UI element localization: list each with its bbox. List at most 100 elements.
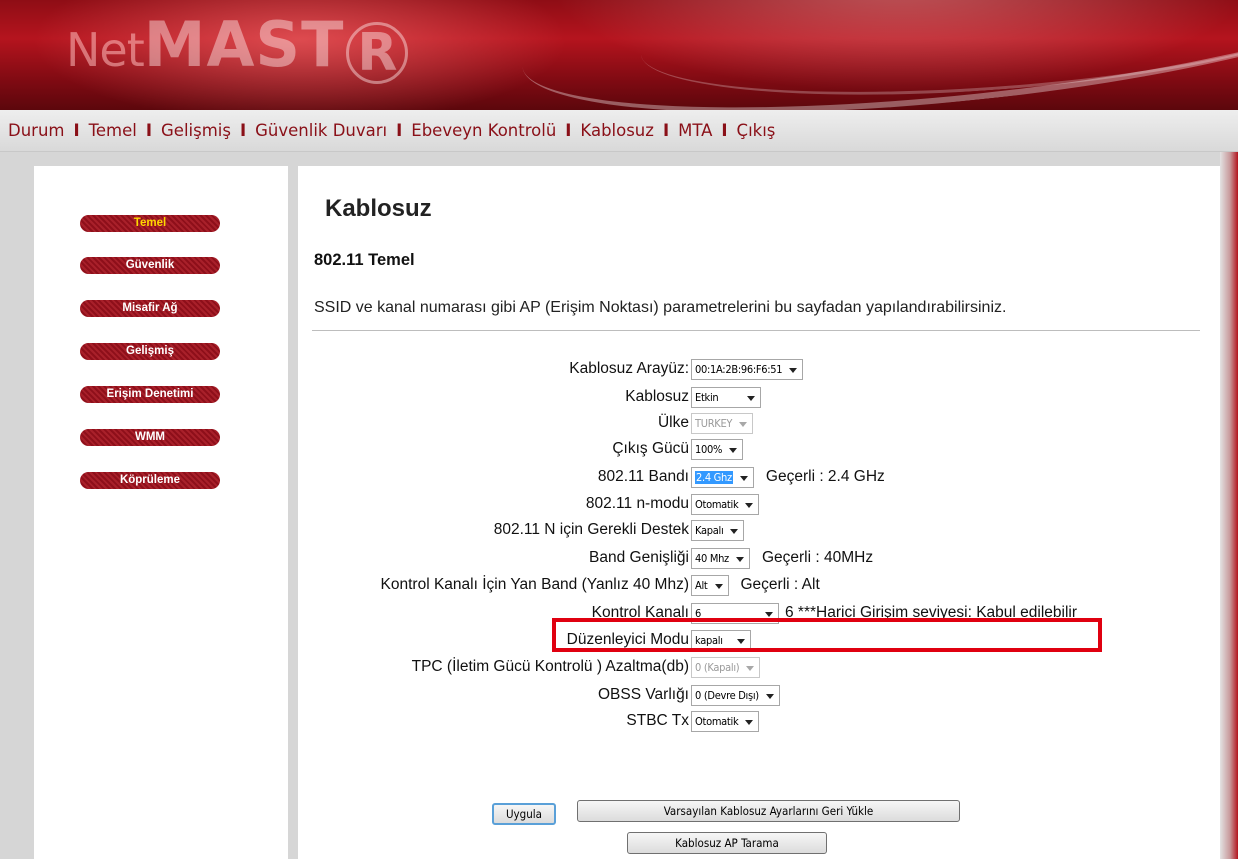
- field-n-gerekli-destek: Kapalı: [691, 518, 745, 542]
- nav-gelismis[interactable]: Gelişmiş: [161, 121, 231, 140]
- nav-guvenlik-duvari[interactable]: Güvenlik Duvarı: [255, 121, 387, 140]
- select-802-11-bandi[interactable]: 2.4 Ghz: [691, 466, 754, 488]
- scan-ap-button[interactable]: Kablosuz AP Tarama: [627, 832, 827, 854]
- nav-durum[interactable]: Durum: [8, 121, 64, 140]
- field-obss-varligi: 0 (Devre Dışı): [691, 683, 780, 707]
- nav-separator: I: [145, 121, 153, 140]
- dropdown-arrow-icon: [735, 556, 744, 562]
- sidebar-item-gelismis[interactable]: Gelişmiş: [80, 343, 220, 360]
- dropdown-arrow-icon: [739, 475, 748, 481]
- content-panel: Kablosuz 802.11 Temel SSID ve kanal numa…: [298, 166, 1220, 859]
- nav-separator: I: [239, 121, 247, 140]
- field-stbc-tx: Otomatik: [691, 709, 760, 733]
- highlight-annotation-box: [552, 618, 1102, 652]
- dropdown-arrow-icon: [747, 395, 755, 401]
- dropdown-arrow-icon: [765, 611, 773, 617]
- dropdown-arrow-icon: [739, 421, 748, 427]
- logo-registered-r: R: [346, 22, 409, 84]
- sidebar-item-misafir-ag[interactable]: Misafir Ağ: [80, 300, 220, 317]
- nav-separator: I: [396, 121, 403, 140]
- top-nav: Durum I Temel I Gelişmiş I Güvenlik Duva…: [0, 110, 1238, 152]
- select-obss-varligi[interactable]: 0 (Devre Dışı): [691, 684, 780, 706]
- select-value: Etkin: [695, 390, 719, 404]
- select-kablosuz-arayuz[interactable]: 00:1A:2B:96:F6:51: [691, 358, 804, 380]
- select-cikis-gucu[interactable]: 100%: [691, 438, 744, 460]
- sidebar-item-wmm[interactable]: WMM: [80, 429, 220, 446]
- label-kablosuz-arayuz: Kablosuz Arayüz:: [569, 360, 689, 377]
- dropdown-arrow-icon: [730, 528, 739, 534]
- nav-kablosuz[interactable]: Kablosuz: [580, 121, 654, 140]
- header-banner: Net MAST R: [0, 0, 1238, 110]
- field-kablosuz: Etkin: [691, 385, 761, 409]
- select-kablosuz[interactable]: Etkin: [691, 386, 761, 408]
- row-kablosuz: Kablosuz: [298, 385, 689, 409]
- nav-separator: I: [565, 121, 572, 140]
- row-yan-band: Kontrol Kanalı İçin Yan Band (Yanlız 40 …: [298, 573, 689, 597]
- label-cikis-gucu: Çıkış Gücü: [612, 440, 689, 457]
- select-n-modu[interactable]: Otomatik: [691, 493, 760, 515]
- select-value: 0 (Devre Dışı): [695, 688, 759, 702]
- select-value: Kapalı: [695, 523, 724, 537]
- select-n-gerekli-destek[interactable]: Kapalı: [691, 519, 745, 541]
- brand-logo: Net MAST R: [66, 8, 409, 84]
- label-ulke: Ülke: [657, 414, 689, 431]
- row-kablosuz-arayuz: Kablosuz Arayüz:: [298, 357, 689, 381]
- select-value: 100%: [695, 442, 723, 456]
- sidebar-item-guvenlik[interactable]: Güvenlik: [80, 257, 220, 274]
- row-obss-varligi: OBSS Varlığı: [298, 683, 689, 707]
- dropdown-arrow-icon: [745, 502, 754, 508]
- label-obss-varligi: OBSS Varlığı: [597, 686, 689, 703]
- select-value: 40 Mhz: [695, 551, 729, 565]
- note-802-11-bandi: Geçerli : 2.4 GHz: [765, 468, 885, 485]
- restore-defaults-button[interactable]: Varsayılan Kablosuz Ayarlarını Geri Yükl…: [577, 800, 960, 822]
- label-802-11-bandi: 802.11 Bandı: [597, 468, 689, 485]
- field-ulke: TURKEY: [691, 411, 754, 435]
- label-kablosuz: Kablosuz: [625, 388, 689, 405]
- select-stbc-tx[interactable]: Otomatik: [691, 710, 760, 732]
- nav-ebeveyn-kontrolu[interactable]: Ebeveyn Kontrolü: [411, 121, 556, 140]
- dropdown-arrow-icon: [729, 447, 738, 453]
- nav-separator: I: [662, 121, 670, 140]
- field-802-11-bandi: 2.4 Ghz Geçerli : 2.4 GHz: [691, 465, 885, 489]
- select-yan-band[interactable]: Alt: [691, 574, 729, 596]
- label-stbc-tx: STBC Tx: [626, 712, 689, 729]
- dropdown-arrow-icon: [746, 665, 755, 671]
- row-cikis-gucu: Çıkış Gücü: [298, 437, 689, 461]
- field-kablosuz-arayuz: 00:1A:2B:96:F6:51: [691, 357, 804, 381]
- sidebar-item-kopruleme[interactable]: Köprüleme: [80, 472, 220, 489]
- nav-cikis[interactable]: Çıkış: [737, 121, 776, 140]
- divider: [312, 330, 1200, 331]
- page-title: Kablosuz: [325, 195, 432, 222]
- note-yan-band: Geçerli : Alt: [740, 576, 820, 593]
- nav-separator: I: [73, 121, 80, 140]
- select-tpc[interactable]: 0 (Kapalı): [691, 656, 761, 678]
- sidebar-item-erisim-denetimi[interactable]: Erişim Denetimi: [80, 386, 220, 403]
- nav-separator: I: [721, 121, 728, 140]
- select-ulke[interactable]: TURKEY: [691, 412, 754, 434]
- select-band-genisligi[interactable]: 40 Mhz: [691, 547, 750, 569]
- field-cikis-gucu: 100%: [691, 437, 744, 461]
- select-value: Otomatik: [695, 497, 739, 511]
- select-value: Alt: [695, 578, 708, 592]
- select-value: TURKEY: [695, 416, 733, 430]
- label-n-modu: 802.11 n-modu: [585, 495, 689, 512]
- select-value: Otomatik: [695, 714, 739, 728]
- field-tpc: 0 (Kapalı): [691, 655, 761, 679]
- sidebar-item-temel[interactable]: Temel: [80, 215, 220, 232]
- label-tpc: TPC (İletim Gücü Kontrolü ) Azaltma(db): [411, 658, 689, 675]
- dropdown-arrow-icon: [714, 583, 723, 589]
- row-band-genisligi: Band Genişliği: [298, 546, 689, 570]
- select-value: 2.4 Ghz: [695, 470, 733, 484]
- dropdown-arrow-icon: [789, 367, 798, 373]
- label-yan-band: Kontrol Kanalı İçin Yan Band (Yanlız 40 …: [380, 576, 689, 593]
- select-value: 00:1A:2B:96:F6:51: [695, 362, 783, 376]
- select-value: 0 (Kapalı): [695, 660, 740, 674]
- nav-mta[interactable]: MTA: [678, 121, 712, 140]
- apply-button[interactable]: Uygula: [492, 803, 556, 825]
- label-n-gerekli-destek: 802.11 N için Gerekli Destek: [493, 521, 689, 538]
- logo-master: MAST: [143, 8, 345, 81]
- row-ulke: Ülke: [298, 411, 689, 435]
- nav-temel[interactable]: Temel: [89, 121, 137, 140]
- logo-net: Net: [66, 23, 145, 77]
- row-n-modu: 802.11 n-modu: [298, 492, 689, 516]
